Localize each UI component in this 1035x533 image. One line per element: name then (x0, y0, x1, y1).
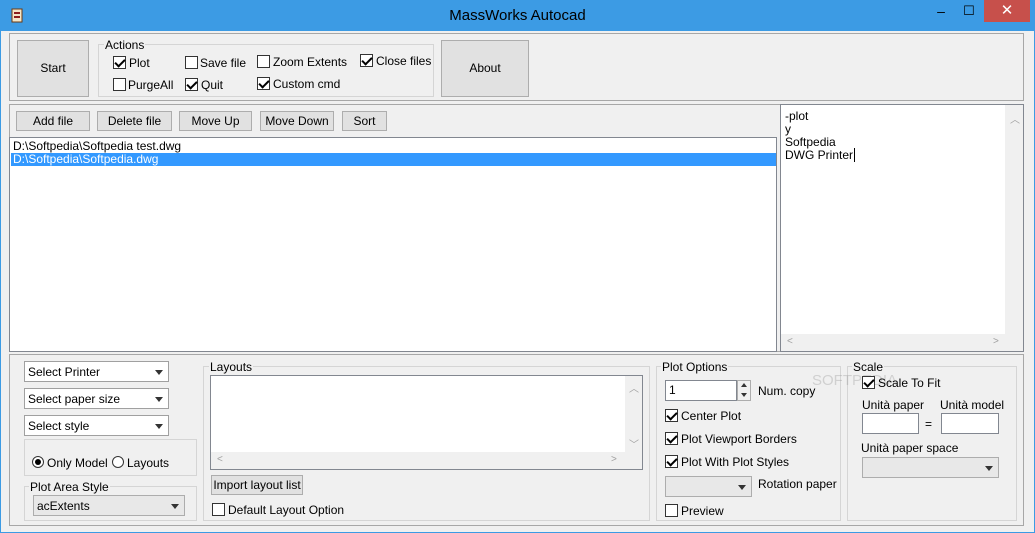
plot-area-style-title: Plot Area Style (29, 480, 110, 494)
file-list[interactable]: D:\Softpedia\Softpedia test.dwg D:\Softp… (9, 137, 777, 352)
paper-size-select-value: Select paper size (28, 392, 121, 406)
custom-cmd-label: Custom cmd (273, 77, 341, 91)
default-layout-option-label: Default Layout Option (228, 503, 345, 517)
center-plot-checkbox[interactable] (665, 409, 678, 422)
arrow-down-icon[interactable] (741, 393, 747, 397)
vertical-scrollbar[interactable]: ︿ (1005, 105, 1023, 351)
scroll-up-icon[interactable]: ︿ (1010, 111, 1020, 126)
sort-button[interactable]: Sort (342, 111, 387, 131)
unita-paper-space-label: Unità paper space (861, 441, 959, 455)
viewport-borders-checkbox[interactable] (665, 432, 678, 445)
quit-label: Quit (201, 78, 224, 92)
unita-paper-input[interactable] (862, 413, 919, 434)
horizontal-scrollbar[interactable]: < > (211, 452, 642, 469)
num-copy-label: Num. copy (758, 384, 816, 398)
scroll-up-icon[interactable]: ︿ (629, 380, 639, 395)
maximize-button[interactable]: ☐ (956, 0, 982, 22)
quit-checkbox[interactable] (185, 78, 198, 91)
custom-cmd-checkbox[interactable] (257, 77, 270, 90)
minimize-button[interactable]: – (928, 0, 954, 22)
scale-to-fit-checkbox[interactable] (862, 376, 875, 389)
cmd-line: DWG Printer (785, 148, 856, 162)
style-select[interactable]: Select style (24, 415, 169, 436)
default-layout-option-checkbox[interactable] (212, 503, 225, 516)
num-copy-stepper[interactable] (737, 380, 751, 401)
chevron-down-icon (155, 424, 163, 429)
layouts-radio-label: Layouts (127, 456, 170, 470)
close-window-button[interactable]: ✕ (984, 0, 1030, 22)
start-button[interactable]: Start (17, 40, 89, 97)
num-copy-input[interactable]: 1 (665, 380, 737, 401)
unita-model-input[interactable] (941, 413, 999, 434)
scroll-right-icon[interactable]: > (993, 336, 999, 347)
chevron-down-icon (985, 466, 993, 471)
layouts-list[interactable]: ︿ ﹀ < > (210, 375, 643, 470)
preview-checkbox[interactable] (665, 504, 678, 517)
chevron-down-icon (738, 485, 746, 490)
horizontal-scrollbar[interactable]: < > (781, 334, 1005, 351)
plot-styles-label: Plot With Plot Styles (681, 455, 790, 469)
plot-label: Plot (129, 56, 150, 70)
equals-sign: = (925, 417, 933, 431)
unita-paper-space-select[interactable] (862, 457, 999, 478)
rotation-paper-label: Rotation paper (758, 477, 837, 491)
zoom-extents-label: Zoom Extents (273, 55, 348, 69)
style-select-value: Select style (28, 419, 90, 433)
save-file-checkbox[interactable] (185, 56, 198, 69)
import-layout-list-button[interactable]: Import layout list (211, 475, 303, 495)
unita-paper-label: Unità paper (862, 398, 925, 412)
plot-styles-checkbox[interactable] (665, 455, 678, 468)
custom-cmd-textarea[interactable]: -plot y Softpedia DWG Printer ︿ < > (780, 104, 1024, 352)
scroll-left-icon[interactable]: < (787, 336, 793, 347)
move-up-button[interactable]: Move Up (179, 111, 252, 131)
scroll-left-icon[interactable]: < (217, 454, 223, 465)
window-title: MassWorks Autocad (449, 7, 586, 24)
printer-select[interactable]: Select Printer (24, 361, 169, 382)
move-down-button[interactable]: Move Down (260, 111, 334, 131)
preview-label: Preview (681, 504, 724, 518)
purgeall-label: PurgeAll (128, 78, 174, 92)
vertical-scrollbar[interactable]: ︿ ﹀ (625, 376, 642, 452)
chevron-down-icon (155, 397, 163, 402)
layouts-radio[interactable] (112, 456, 124, 468)
scroll-right-icon[interactable]: > (611, 454, 617, 465)
plot-area-style-value: acExtents (37, 499, 90, 513)
cmd-line: -plot (785, 109, 809, 123)
save-file-label: Save file (200, 56, 247, 70)
only-model-radio[interactable] (32, 456, 44, 468)
purgeall-checkbox[interactable] (113, 78, 126, 91)
close-files-checkbox[interactable] (360, 54, 373, 67)
printer-select-value: Select Printer (28, 365, 101, 379)
about-button[interactable]: About (441, 40, 529, 97)
zoom-extents-checkbox[interactable] (257, 55, 270, 68)
chevron-down-icon (155, 370, 163, 375)
delete-file-button[interactable]: Delete file (97, 111, 172, 131)
cmd-line: Softpedia (785, 135, 836, 149)
scale-to-fit-label: Scale To Fit (878, 376, 941, 390)
close-files-label: Close files (376, 54, 432, 68)
file-list-item-selected[interactable]: D:\Softpedia\Softpedia.dwg (11, 153, 776, 166)
arrow-up-icon[interactable] (741, 383, 747, 387)
plot-area-style-select[interactable]: acExtents (33, 495, 185, 516)
plot-checkbox[interactable] (113, 56, 126, 69)
rotation-paper-select[interactable] (665, 476, 752, 497)
viewport-borders-label: Plot Viewport Borders (681, 432, 797, 446)
unita-model-label: Unità model (940, 398, 1005, 412)
add-file-button[interactable]: Add file (16, 111, 90, 131)
plot-options-title: Plot Options (661, 360, 729, 374)
center-plot-label: Center Plot (681, 409, 742, 423)
scroll-down-icon[interactable]: ﹀ (629, 436, 639, 451)
layouts-title: Layouts (209, 360, 254, 374)
actions-title: Actions (104, 38, 146, 52)
cmd-line: y (785, 122, 791, 136)
chevron-down-icon (171, 504, 179, 509)
only-model-label: Only Model (47, 456, 108, 470)
paper-size-select[interactable]: Select paper size (24, 388, 169, 409)
